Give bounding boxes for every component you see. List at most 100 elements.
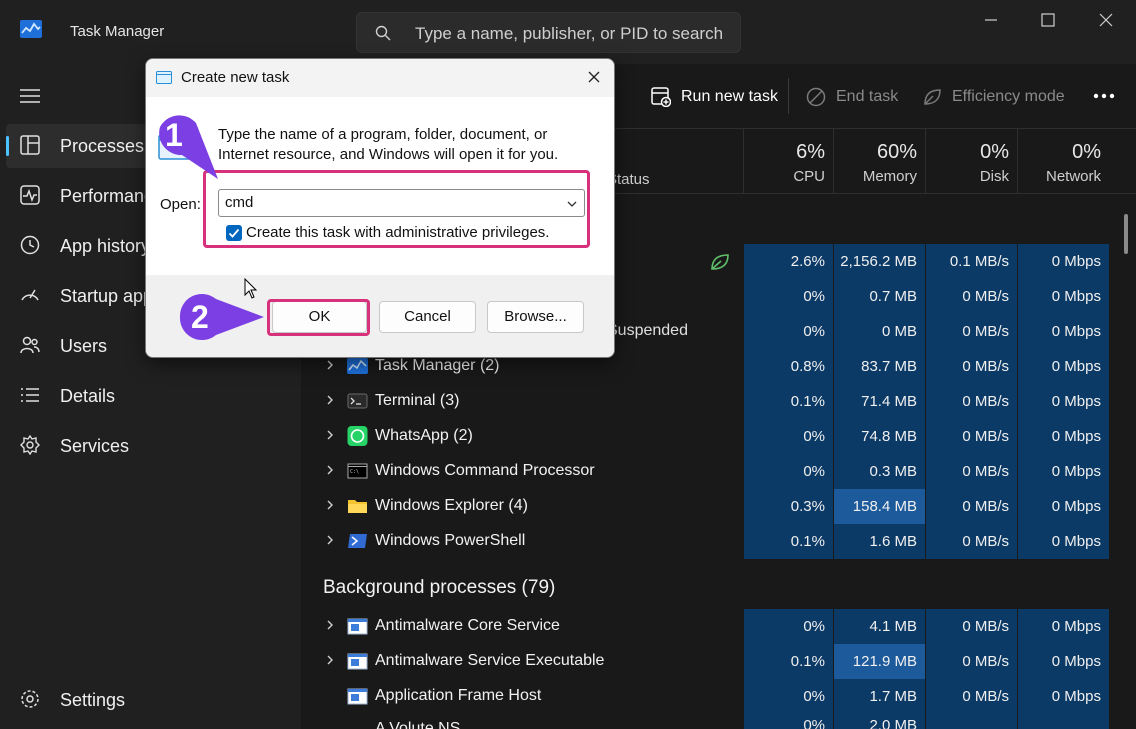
- highlight-box-input: [203, 170, 590, 248]
- process-name: Antimalware Core Service: [375, 617, 560, 634]
- memory-cell: 71.4 MB: [833, 384, 925, 419]
- chevron-right-icon[interactable]: [323, 653, 337, 667]
- folder-icon: [348, 500, 367, 513]
- table-row[interactable]: Antimalware Service Executable 0.1% 121.…: [301, 644, 1136, 679]
- sidebar-item-details[interactable]: Details: [0, 374, 301, 418]
- run-new-task-button[interactable]: Run new task: [651, 84, 778, 110]
- disk-cell: 0.1 MB/s: [925, 244, 1017, 279]
- group-header: Background processes (79): [301, 569, 1136, 609]
- efficiency-mode-button[interactable]: Efficiency mode: [922, 84, 1065, 110]
- run-new-task-label: Run new task: [681, 88, 778, 105]
- cpu-cell: 0%: [743, 454, 833, 489]
- chevron-right-icon[interactable]: [323, 618, 337, 632]
- sidebar-item-label: Processes: [60, 136, 145, 156]
- end-task-icon: [806, 87, 826, 107]
- cpu-cell: 0.1%: [743, 384, 833, 419]
- disk-cell: 0 MB/s: [925, 609, 1017, 644]
- memory-label: Memory: [862, 168, 917, 185]
- memory-cell: 158.4 MB: [833, 489, 925, 524]
- disk-cell: 0 MB/s: [925, 384, 1017, 419]
- startup-icon: [21, 289, 39, 301]
- memory-cell: 2.0 MB: [833, 714, 925, 729]
- more-options-icon[interactable]: [1093, 92, 1115, 100]
- svg-text:C:\: C:\: [350, 469, 359, 475]
- cpu-cell: 0%: [743, 419, 833, 454]
- process-name: Application Frame Host: [375, 687, 542, 704]
- task-manager-icon: [347, 358, 368, 374]
- cpu-cell: 0%: [743, 679, 833, 714]
- column-cpu[interactable]: 6% CPU: [743, 129, 833, 193]
- network-cell: 0 Mbps: [1017, 679, 1109, 714]
- column-memory[interactable]: 60% Memory: [833, 129, 925, 193]
- table-row[interactable]: Antimalware Core Service 0% 4.1 MB 0 MB/…: [301, 609, 1136, 644]
- cpu-cell: 0%: [743, 279, 833, 314]
- dialog-title-bar: Create new task: [146, 59, 614, 97]
- cpu-label: CPU: [793, 168, 825, 185]
- whatsapp-icon: [347, 426, 368, 446]
- search-icon: [375, 25, 391, 41]
- sidebar-item-label: Users: [60, 336, 108, 356]
- cancel-button[interactable]: Cancel: [379, 301, 476, 333]
- cpu-cell: 0.8%: [743, 349, 833, 384]
- table-row[interactable]: Windows PowerShell 0.1% 1.6 MB 0 MB/s 0 …: [301, 524, 1136, 559]
- chevron-right-icon[interactable]: [323, 498, 337, 512]
- chevron-right-icon[interactable]: [323, 428, 337, 442]
- network-cell: 0 Mbps: [1017, 644, 1109, 679]
- maximize-icon[interactable]: [1036, 8, 1060, 32]
- status-cell: Suspended: [607, 322, 688, 339]
- table-row[interactable]: WhatsApp (2) 0% 74.8 MB 0 MB/s 0 Mbps: [301, 419, 1136, 454]
- table-row[interactable]: Windows Explorer (4) 0.3% 158.4 MB 0 MB/…: [301, 489, 1136, 524]
- chevron-right-icon[interactable]: [323, 533, 337, 547]
- network-cell: 0 Mbps: [1017, 609, 1109, 644]
- terminal-icon: [347, 393, 368, 409]
- service-icon: [347, 618, 368, 635]
- disk-cell: 0 MB/s: [925, 644, 1017, 679]
- dialog-close-icon[interactable]: [586, 69, 602, 85]
- end-task-button[interactable]: End task: [806, 84, 898, 110]
- open-label: Open:: [160, 196, 201, 213]
- table-row[interactable]: Terminal (3) 0.1% 71.4 MB 0 MB/s 0 Mbps: [301, 384, 1136, 419]
- service-icon: [347, 653, 368, 670]
- hamburger-menu-icon[interactable]: [20, 88, 40, 104]
- network-cell: 0 Mbps: [1017, 244, 1109, 279]
- memory-cell: 1.6 MB: [833, 524, 925, 559]
- browse-button[interactable]: Browse...: [487, 301, 584, 333]
- memory-cell: 1.7 MB: [833, 679, 925, 714]
- table-row[interactable]: C:\ Windows Command Processor 0% 0.3 MB …: [301, 454, 1136, 489]
- sidebar-item-label: Services: [60, 436, 130, 456]
- chevron-right-icon[interactable]: [323, 393, 337, 407]
- close-window-icon[interactable]: [1094, 8, 1118, 32]
- disk-cell: 0 MB/s: [925, 489, 1017, 524]
- chevron-right-icon[interactable]: [323, 358, 337, 372]
- process-name: Antimalware Service Executable: [375, 652, 605, 669]
- network-cell: 0 Mbps: [1017, 349, 1109, 384]
- column-network[interactable]: 0% Network: [1017, 129, 1109, 193]
- search-box[interactable]: Type a name, publisher, or PID to search: [356, 12, 741, 53]
- sidebar-item-settings[interactable]: Settings: [0, 678, 301, 722]
- column-disk[interactable]: 0% Disk: [925, 129, 1017, 193]
- active-indicator: [6, 136, 9, 156]
- disk-cell: 0 MB/s: [925, 419, 1017, 454]
- efficiency-leaf-icon: [711, 254, 729, 270]
- memory-cell: 2,156.2 MB: [833, 244, 925, 279]
- processes-icon: [20, 135, 40, 155]
- disk-percent: 0%: [980, 141, 1009, 163]
- cpu-cell: 0.1%: [743, 644, 833, 679]
- disk-cell: 0 MB/s: [925, 349, 1017, 384]
- sidebar-item-services[interactable]: Services: [0, 424, 301, 468]
- chevron-right-icon[interactable]: [323, 463, 337, 477]
- network-cell: 0 Mbps: [1017, 314, 1109, 349]
- dialog-description: Type the name of a program, folder, docu…: [218, 126, 559, 163]
- disk-cell: [925, 714, 1017, 729]
- table-row[interactable]: A Volute NS 0% 2.0 MB: [301, 714, 1136, 729]
- cpu-cell: 0.3%: [743, 489, 833, 524]
- table-row[interactable]: Application Frame Host 0% 1.7 MB 0 MB/s …: [301, 679, 1136, 714]
- process-name: Windows Command Processor: [375, 462, 595, 479]
- process-name: Terminal (3): [375, 392, 460, 409]
- minimize-icon[interactable]: [979, 8, 1003, 32]
- cpu-cell: 0%: [743, 714, 833, 729]
- run-new-task-icon: [651, 87, 671, 107]
- step-1-number: 1: [165, 117, 183, 153]
- details-icon: [21, 388, 39, 402]
- cpu-percent: 6%: [796, 141, 825, 163]
